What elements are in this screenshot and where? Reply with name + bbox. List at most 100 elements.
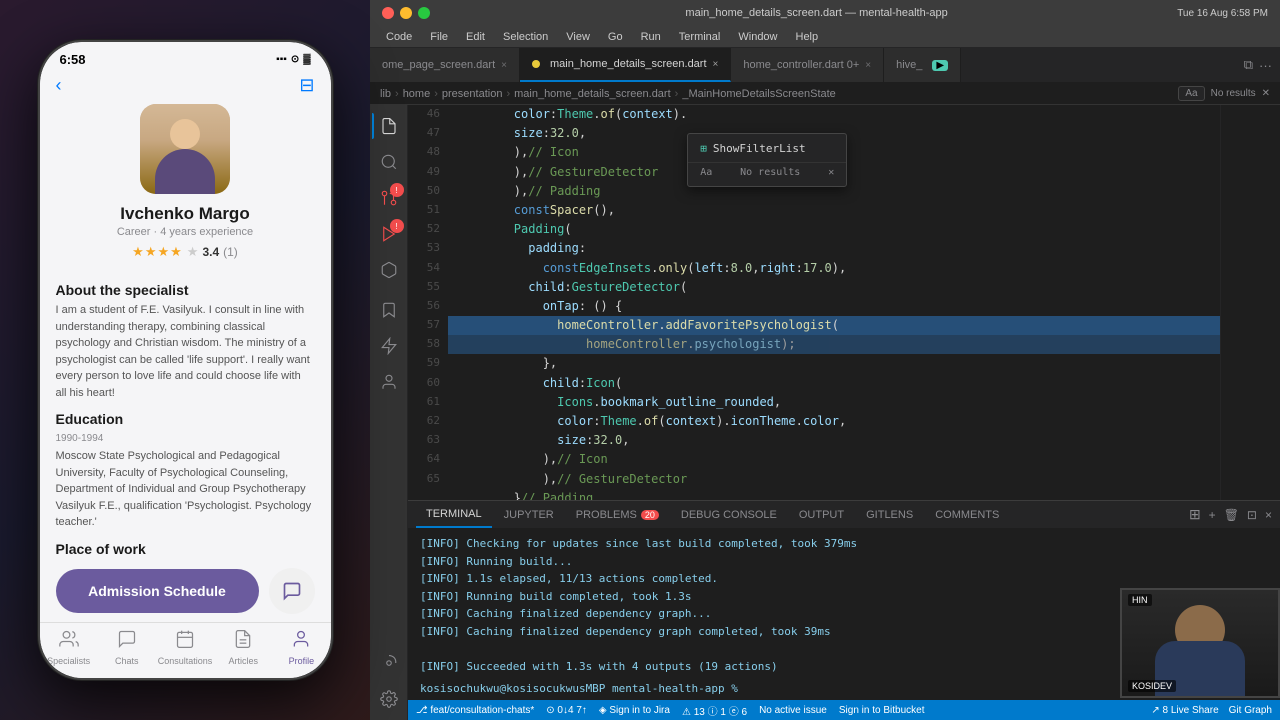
menu-terminal[interactable]: Terminal xyxy=(671,29,729,45)
rating-value: 3.4 xyxy=(202,245,219,259)
activity-person[interactable] xyxy=(372,365,406,399)
code-line-65: ), // GestureDetector xyxy=(448,470,1220,489)
tab-bar: Specialists Chats Consultations xyxy=(40,622,331,678)
place-of-work-title: Place of work xyxy=(56,541,315,557)
about-title: About the specialist xyxy=(56,282,315,298)
terminal-tabs: TERMINAL JUPYTER PROBLEMS 20 DEBUG CONSO… xyxy=(408,501,1280,529)
terminal-tab[interactable]: TERMINAL xyxy=(416,501,492,528)
git-badge: ! xyxy=(390,183,404,197)
tab-main-home[interactable]: main_home_details_screen.dart × xyxy=(520,48,731,82)
search-close[interactable]: ✕ xyxy=(1262,88,1270,99)
gitlens-tab[interactable]: GITLENS xyxy=(856,501,923,528)
tab-ome-page[interactable]: ome_page_screen.dart × xyxy=(370,48,520,82)
menu-go[interactable]: Go xyxy=(600,29,631,45)
no-results: No results xyxy=(1211,88,1256,99)
activity-bookmark[interactable] xyxy=(372,293,406,327)
jupyter-tab[interactable]: JUPYTER xyxy=(494,501,564,528)
breadcrumb-actions: Aa No results ✕ xyxy=(1178,86,1270,101)
activity-git[interactable]: ! xyxy=(372,181,406,215)
wifi-icon: ⊙ xyxy=(291,54,299,65)
terminal-maximize-icon[interactable]: ⊡ xyxy=(1247,508,1257,522)
tab-specialists-label: Specialists xyxy=(47,656,90,666)
issues-status[interactable]: ⚠ 13 ⓘ 1 ⓔ 6 xyxy=(682,703,747,718)
bookmark-button[interactable]: ⊟ xyxy=(299,75,314,96)
split-editor-icon[interactable]: ⧉ xyxy=(1244,57,1253,73)
terminal-close-icon[interactable]: × xyxy=(1265,508,1272,522)
menu-file[interactable]: File xyxy=(422,29,456,45)
menu-view[interactable]: View xyxy=(558,29,598,45)
admission-schedule-button[interactable]: Admission Schedule xyxy=(56,569,259,613)
tab-close-2-icon[interactable]: × xyxy=(865,60,871,71)
menu-selection[interactable]: Selection xyxy=(495,29,556,45)
menu-code[interactable]: Code xyxy=(378,29,420,45)
code-line-56: onTap: () { xyxy=(448,297,1220,316)
terminal-trash-icon[interactable]: 🗑 xyxy=(1224,508,1239,522)
minimap xyxy=(1220,105,1280,500)
code-area[interactable]: 4647484950 5152535455 5657585960 6162636… xyxy=(408,105,1280,500)
activity-extensions[interactable] xyxy=(372,253,406,287)
live-share-status[interactable]: ↗ 8 Live Share xyxy=(1151,705,1218,716)
tab-chats-label: Chats xyxy=(115,656,139,666)
activity-search[interactable] xyxy=(372,145,406,179)
tab-chats[interactable]: Chats xyxy=(98,629,156,666)
breadcrumb: lib › home › presentation › main_home_de… xyxy=(370,83,1280,105)
code-line-59: }, xyxy=(448,354,1220,373)
menu-window[interactable]: Window xyxy=(730,29,785,45)
terminal-add-icon[interactable]: + xyxy=(1209,508,1216,522)
comments-tab[interactable]: COMMENTS xyxy=(925,501,1009,528)
tab-profile[interactable]: Profile xyxy=(272,629,330,666)
code-line-60: child: Icon( xyxy=(448,374,1220,393)
code-content[interactable]: color: Theme.of(context). ⊞ShowFilterLis… xyxy=(448,105,1220,500)
git-graph-status[interactable]: Git Graph xyxy=(1229,705,1272,716)
minimize-window-button[interactable] xyxy=(400,7,412,19)
chat-button[interactable] xyxy=(269,568,315,614)
menu-help[interactable]: Help xyxy=(788,29,827,45)
maximize-window-button[interactable] xyxy=(418,7,430,19)
tab-home-controller[interactable]: home_controller.dart 0+ × xyxy=(731,48,884,82)
code-line-62: color: Theme.of(context).iconTheme.color… xyxy=(448,412,1220,431)
tab-hive[interactable]: hive_ ▶ xyxy=(884,48,961,82)
output-tab[interactable]: OUTPUT xyxy=(789,501,854,528)
titlebar: main_home_details_screen.dart — mental-h… xyxy=(370,0,1280,26)
tab-close-icon[interactable]: × xyxy=(501,60,507,71)
active-issue[interactable]: No active issue xyxy=(759,705,827,716)
code-line-55: child: GestureDetector( xyxy=(448,278,1220,297)
close-window-button[interactable] xyxy=(382,7,394,19)
tab-articles[interactable]: Articles xyxy=(214,629,272,666)
term-prompt: kosisochukwu@kosisocukwusMBP mental-heal… xyxy=(420,682,738,695)
more-actions-icon[interactable]: ··· xyxy=(1259,58,1272,73)
ac-close[interactable]: ✕ xyxy=(828,165,834,181)
jira-status[interactable]: ◈ Sign in to Jira xyxy=(599,705,670,716)
tab-specialists[interactable]: Specialists xyxy=(40,629,98,666)
signal-icon: ▪▪▪ xyxy=(276,54,287,65)
term-line-1: [INFO] Checking for updates since last b… xyxy=(420,535,1268,553)
activity-lightning[interactable] xyxy=(372,329,406,363)
tab-close-active-icon[interactable]: × xyxy=(713,59,719,70)
code-line-54: const EdgeInsets.only(left: 8.0, right: … xyxy=(448,259,1220,278)
debug-console-tab[interactable]: DEBUG CONSOLE xyxy=(671,501,787,528)
code-line-58: homeController.psychologist); xyxy=(448,335,1220,354)
jira-icon: ◈ xyxy=(599,705,609,716)
terminal-split-icon[interactable]: ⊞ xyxy=(1189,506,1201,523)
activity-run[interactable]: ! xyxy=(372,217,406,251)
bitbucket-status[interactable]: Sign in to Bitbucket xyxy=(839,705,925,716)
content-scroll[interactable]: About the specialist I am a student of F… xyxy=(40,272,331,558)
menu-edit[interactable]: Edit xyxy=(458,29,493,45)
search-popup-label[interactable]: Aa xyxy=(1178,86,1204,101)
problems-badge: 20 xyxy=(641,510,659,520)
activity-settings[interactable] xyxy=(372,682,406,716)
code-editor[interactable]: 4647484950 5152535455 5657585960 6162636… xyxy=(408,105,1280,500)
run-button[interactable]: ▶ xyxy=(932,60,948,71)
back-button[interactable]: ‹ xyxy=(56,75,62,96)
editor-tabs: ome_page_screen.dart × main_home_details… xyxy=(370,48,1280,83)
tab-consultations[interactable]: Consultations xyxy=(156,629,214,666)
sync-status[interactable]: ⊙ 0↓4 7↑ xyxy=(546,705,587,716)
ac-item[interactable]: ⊞ShowFilterList xyxy=(688,137,846,161)
activity-explorer[interactable] xyxy=(372,109,406,143)
top-nav: ‹ ⊟ xyxy=(40,71,331,104)
activity-accounts[interactable] xyxy=(372,646,406,680)
problems-tab[interactable]: PROBLEMS 20 xyxy=(566,501,669,528)
status-bar: 6:58 ▪▪▪ ⊙ ▓ xyxy=(40,42,331,71)
git-branch[interactable]: ⎇ feat/consultation-chats* xyxy=(416,705,534,716)
menu-run[interactable]: Run xyxy=(633,29,669,45)
